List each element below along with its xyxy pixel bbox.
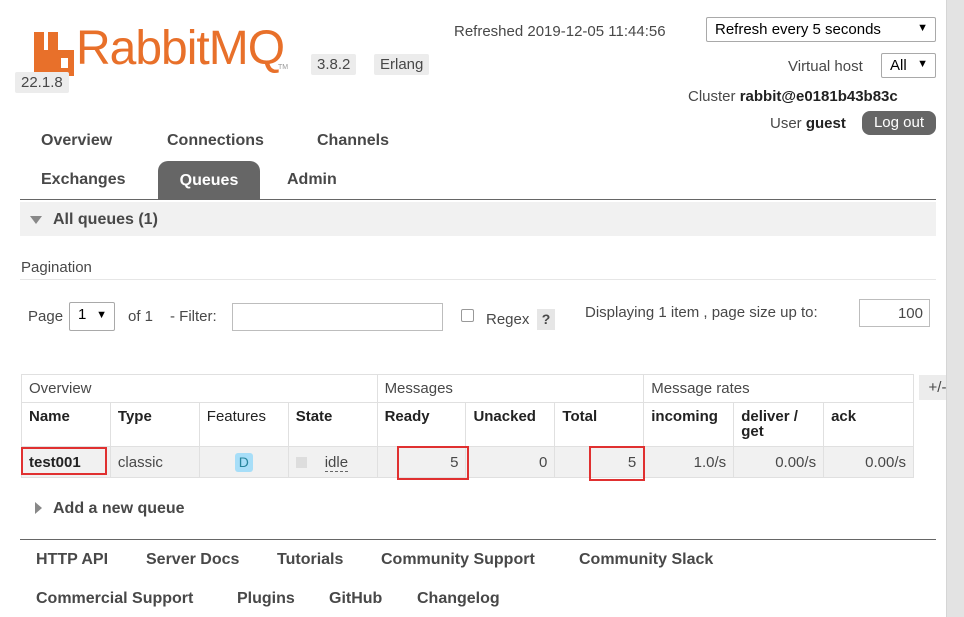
chevron-down-icon: ▼: [917, 58, 928, 70]
state-indicator-icon: [295, 457, 307, 469]
queue-type: classic: [109, 446, 200, 478]
user-label: User: [770, 115, 802, 132]
footer-link-community-support[interactable]: Community Support: [381, 551, 535, 569]
queue-incoming-rate: 1.0/s: [643, 446, 735, 478]
queue-ack-rate: 0.00/s: [823, 446, 914, 478]
highlight-box-total: [589, 446, 645, 481]
tab-exchanges[interactable]: Exchanges: [41, 171, 125, 189]
queue-state-text: idle: [324, 453, 349, 472]
version-badge: 3.8.2: [311, 54, 357, 75]
col-deliver-get[interactable]: deliver / get: [733, 402, 825, 447]
refresh-interval-value: Refresh every 5 seconds: [715, 21, 881, 38]
logout-button[interactable]: Log out: [862, 111, 936, 135]
collapse-triangle-icon[interactable]: [30, 216, 42, 224]
page-label: Page: [28, 308, 64, 325]
virtual-host-label: Virtual host: [788, 58, 863, 75]
tab-channels[interactable]: Channels: [317, 132, 389, 150]
regex-label: Regex: [486, 311, 530, 328]
group-message-rates: Message rates: [643, 374, 914, 403]
col-ready[interactable]: Ready: [376, 402, 467, 447]
displaying-text: Displaying 1 item , page size up to:: [585, 304, 818, 321]
cluster-label: Cluster: [688, 88, 736, 105]
page-select-value: 1: [78, 306, 87, 323]
footer-link-community-slack[interactable]: Community Slack: [579, 551, 713, 569]
footer-link-commercial-support[interactable]: Commercial Support: [36, 590, 193, 608]
erlang-label: Erlang: [374, 54, 430, 75]
footer-divider: [20, 539, 936, 540]
col-total[interactable]: Total: [554, 402, 645, 447]
footer-link-changelog[interactable]: Changelog: [417, 590, 500, 608]
group-messages: Messages: [376, 374, 645, 403]
queue-unacked: 0: [465, 446, 556, 478]
logo-trademark: TM: [278, 64, 289, 71]
pagination-label: Pagination: [21, 259, 92, 276]
table-group-header-row: Overview Messages Message rates: [21, 374, 914, 403]
regex-help-icon[interactable]: ?: [537, 309, 555, 330]
rabbit-logo-icon: [34, 32, 74, 76]
footer-link-http-api[interactable]: HTTP API: [36, 551, 108, 569]
cluster-info: Cluster rabbit@e0181b43b83c: [688, 88, 898, 105]
queue-deliver-get-rate: 0.00/s: [733, 446, 825, 478]
col-state[interactable]: State: [287, 402, 378, 447]
refresh-interval-select[interactable]: Refresh every 5 seconds ▼: [706, 17, 936, 42]
chevron-down-icon: ▼: [96, 309, 107, 321]
durable-feature-badge: D: [234, 452, 253, 472]
chevron-down-icon: ▼: [917, 22, 928, 34]
table-column-header-row: Name Type Features State Ready Unacked T…: [21, 402, 914, 447]
page-count: of 1: [128, 308, 154, 325]
window-scrollbar[interactable]: [946, 0, 964, 617]
tab-overview[interactable]: Overview: [41, 132, 112, 150]
tab-admin[interactable]: Admin: [287, 171, 337, 189]
filter-input[interactable]: [232, 303, 443, 331]
erlang-version-badge: 22.1.8: [15, 72, 69, 93]
filter-label: - Filter:: [170, 308, 217, 325]
regex-checkbox[interactable]: [461, 309, 474, 322]
col-unacked[interactable]: Unacked: [465, 402, 556, 447]
user-name: guest: [805, 115, 846, 132]
col-incoming[interactable]: incoming: [643, 402, 735, 447]
col-type[interactable]: Type: [109, 402, 200, 447]
footer-link-github[interactable]: GitHub: [329, 590, 382, 608]
queue-features: D: [198, 446, 289, 478]
footer-link-tutorials[interactable]: Tutorials: [277, 551, 343, 569]
section-title[interactable]: All queues (1): [53, 211, 158, 229]
page-select[interactable]: 1 ▼: [69, 302, 115, 331]
col-name[interactable]: Name: [21, 402, 111, 447]
user-info: User guest: [770, 115, 846, 132]
highlight-box-name: [21, 447, 107, 475]
queue-state: idle: [287, 446, 378, 478]
tab-connections[interactable]: Connections: [167, 132, 264, 150]
tab-divider: [20, 199, 936, 200]
highlight-box-ready: [397, 446, 469, 480]
pagination-divider: [20, 279, 936, 280]
col-ack[interactable]: ack: [823, 402, 914, 447]
cluster-name: rabbit@e0181b43b83c: [739, 88, 898, 105]
footer-link-server-docs[interactable]: Server Docs: [146, 551, 239, 569]
group-overview: Overview: [21, 374, 378, 403]
tab-queues[interactable]: Queues: [158, 161, 260, 200]
virtual-host-select[interactable]: All ▼: [881, 53, 936, 78]
col-features: Features: [198, 402, 289, 447]
refreshed-timestamp: Refreshed 2019-12-05 11:44:56: [454, 23, 666, 40]
page-size-input[interactable]: [859, 299, 930, 327]
footer-link-plugins[interactable]: Plugins: [237, 590, 295, 608]
expand-triangle-icon[interactable]: [35, 502, 42, 514]
add-new-queue-toggle[interactable]: Add a new queue: [53, 500, 185, 518]
virtual-host-value: All: [890, 57, 907, 74]
logo-wordmark: RabbitMQ: [76, 22, 285, 75]
